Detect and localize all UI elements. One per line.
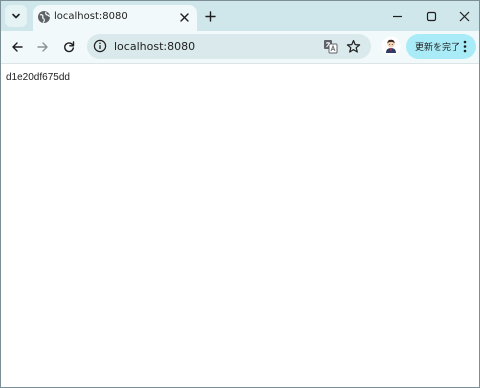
reload-icon bbox=[64, 41, 75, 53]
arrow-right-icon bbox=[37, 42, 48, 52]
tab-close-button[interactable] bbox=[177, 10, 191, 24]
tab-search-button[interactable] bbox=[5, 5, 27, 27]
translate-icon[interactable] bbox=[323, 39, 338, 54]
kebab-menu-icon bbox=[463, 40, 467, 53]
close-window-button[interactable] bbox=[454, 6, 474, 26]
update-button-label: 更新を完了 bbox=[415, 43, 461, 53]
arrow-left-icon bbox=[12, 42, 23, 52]
reload-button[interactable] bbox=[59, 37, 79, 57]
forward-button[interactable] bbox=[33, 37, 53, 57]
plus-icon bbox=[204, 10, 216, 22]
globe-icon bbox=[38, 11, 51, 23]
minimize-icon bbox=[392, 15, 402, 17]
url-text[interactable]: localhost:8080 bbox=[114, 40, 195, 53]
page-text: d1e20df675dd bbox=[6, 72, 70, 83]
info-icon[interactable] bbox=[93, 39, 107, 53]
close-icon bbox=[459, 11, 469, 21]
avatar[interactable] bbox=[381, 36, 401, 56]
minimize-button[interactable] bbox=[387, 6, 407, 26]
update-button[interactable]: 更新を完了 bbox=[406, 34, 476, 59]
star-icon[interactable] bbox=[346, 39, 361, 54]
back-button[interactable] bbox=[7, 37, 27, 57]
new-tab-button[interactable] bbox=[202, 8, 218, 24]
toolbar: localhost:8080 更新を完了 bbox=[1, 31, 479, 64]
maximize-button[interactable] bbox=[421, 6, 441, 26]
tab-strip: localhost:8080 bbox=[1, 1, 479, 31]
close-icon bbox=[179, 12, 189, 22]
tab-title: localhost:8080 bbox=[54, 11, 128, 22]
browser-window: localhost:8080 localhost:8080 更新を完了 d1e2… bbox=[0, 0, 480, 388]
page-content: d1e20df675dd bbox=[1, 64, 479, 387]
tab-active[interactable]: localhost:8080 bbox=[33, 5, 197, 31]
maximize-icon bbox=[426, 11, 436, 21]
chevron-down-icon bbox=[12, 13, 20, 19]
address-bar[interactable]: localhost:8080 bbox=[87, 34, 371, 59]
